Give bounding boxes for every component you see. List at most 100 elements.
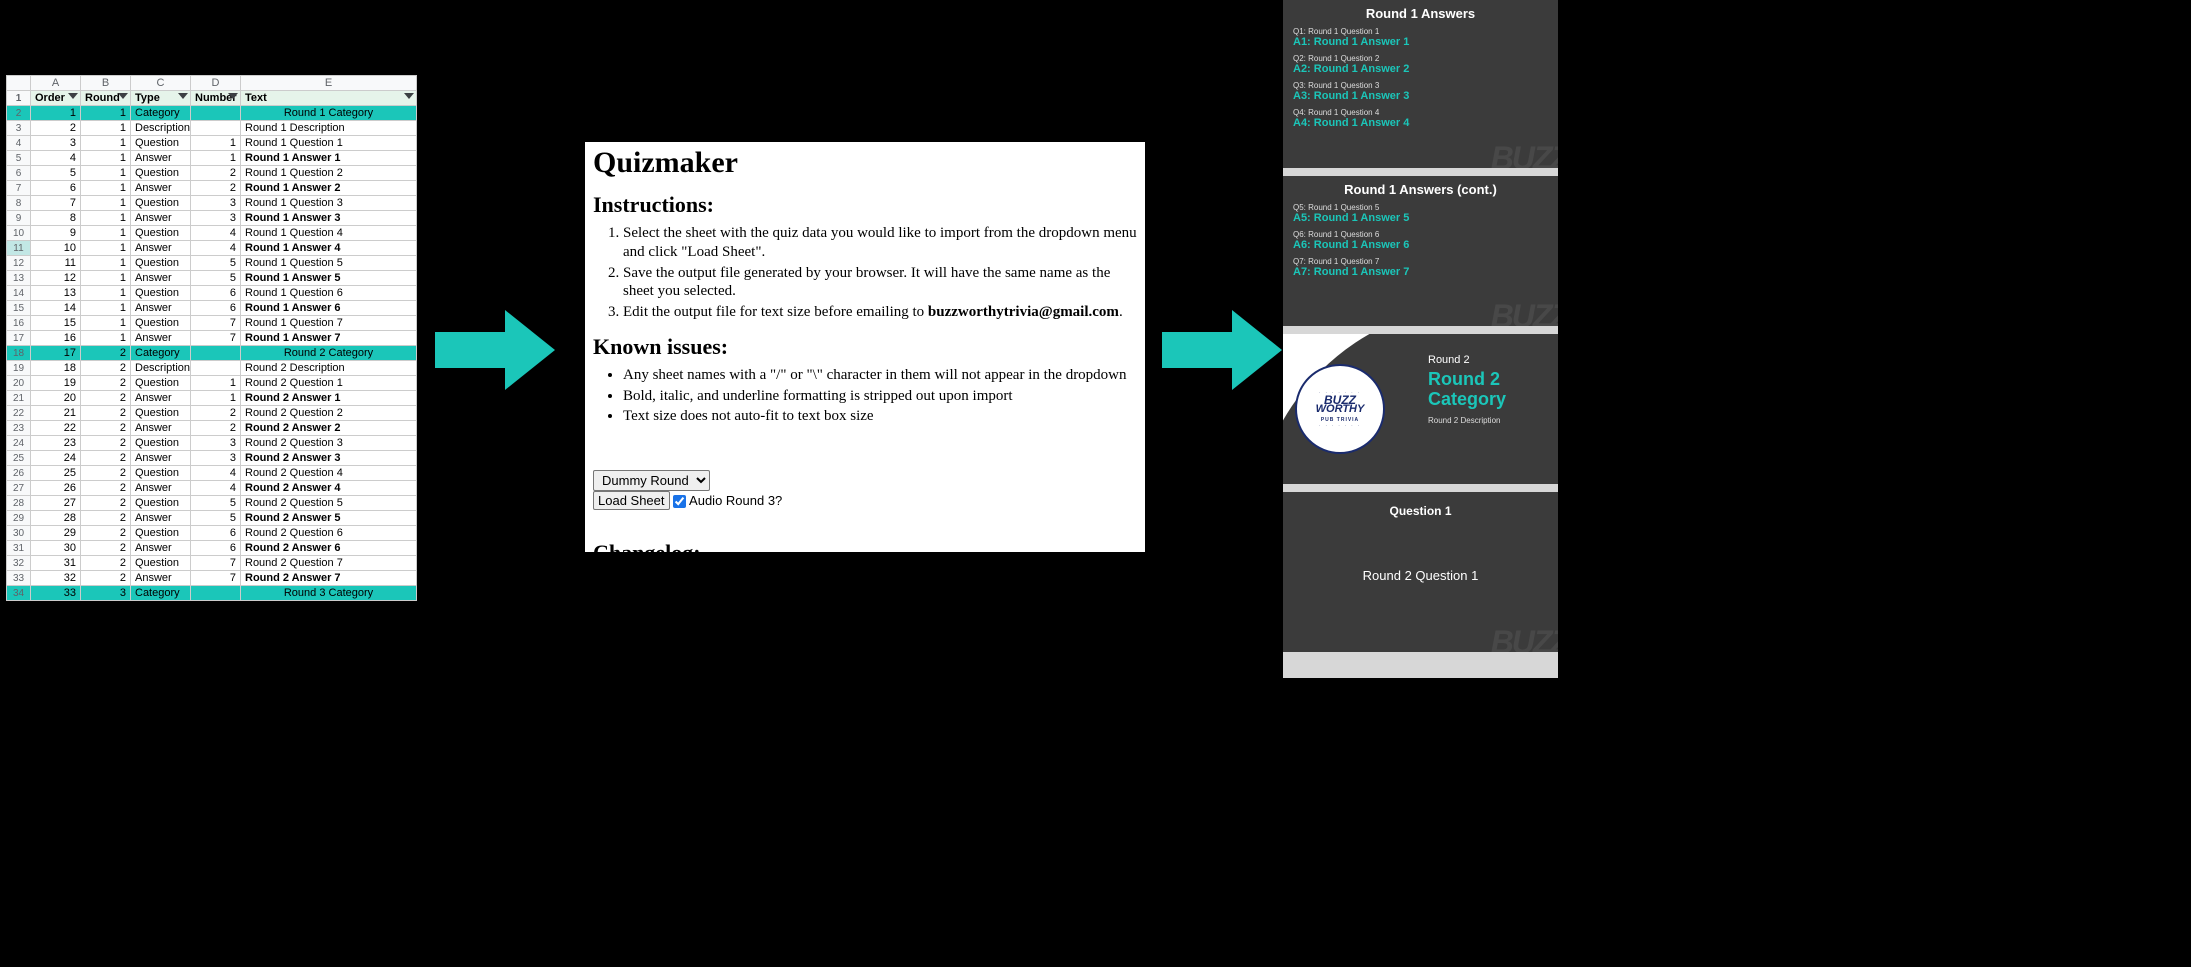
cell[interactable]: 2 (81, 361, 131, 376)
cell[interactable]: Category (131, 346, 191, 361)
col-header[interactable]: E (241, 76, 417, 91)
filter-icon[interactable] (118, 93, 128, 103)
cell[interactable]: Round 1 Answer 1 (241, 151, 417, 166)
cell[interactable]: Round 2 Question 1 (241, 376, 417, 391)
cell[interactable]: 7 (191, 316, 241, 331)
table-row[interactable]: 431Question1Round 1 Question 1 (7, 136, 417, 151)
table-row[interactable]: 11101Answer4Round 1 Answer 4 (7, 241, 417, 256)
row-header[interactable]: 21 (7, 391, 31, 406)
row-header[interactable]: 17 (7, 331, 31, 346)
cell[interactable]: 3 (81, 586, 131, 601)
cell[interactable]: 6 (191, 526, 241, 541)
table-row[interactable]: 16151Question7Round 1 Question 7 (7, 316, 417, 331)
cell[interactable]: 3 (191, 436, 241, 451)
row-header[interactable]: 27 (7, 481, 31, 496)
cell[interactable]: 3 (191, 211, 241, 226)
table-row[interactable]: 28272Question5Round 2 Question 5 (7, 496, 417, 511)
cell[interactable]: 12 (31, 271, 81, 286)
cell[interactable]: 1 (191, 151, 241, 166)
table-row[interactable]: 22212Question2Round 2 Question 2 (7, 406, 417, 421)
cell[interactable]: 2 (191, 406, 241, 421)
cell[interactable]: 14 (31, 301, 81, 316)
header-cell[interactable]: Order (31, 91, 81, 106)
cell[interactable]: 25 (31, 466, 81, 481)
cell[interactable]: 32 (31, 571, 81, 586)
cell[interactable]: 2 (81, 451, 131, 466)
cell[interactable]: Round 2 Answer 3 (241, 451, 417, 466)
cell[interactable]: 2 (31, 121, 81, 136)
cell[interactable]: 6 (191, 286, 241, 301)
cell[interactable]: 19 (31, 376, 81, 391)
cell[interactable]: 31 (31, 556, 81, 571)
cell[interactable]: Answer (131, 541, 191, 556)
cell[interactable]: Round 3 Category (241, 586, 417, 601)
cell[interactable]: Question (131, 286, 191, 301)
row-header[interactable]: 6 (7, 166, 31, 181)
cell[interactable]: Question (131, 406, 191, 421)
cell[interactable]: Question (131, 316, 191, 331)
cell[interactable]: Round 2 Category (241, 346, 417, 361)
cell[interactable]: 1 (81, 241, 131, 256)
cell[interactable]: Round 2 Answer 4 (241, 481, 417, 496)
row-header[interactable]: 5 (7, 151, 31, 166)
table-row[interactable]: 30292Question6Round 2 Question 6 (7, 526, 417, 541)
cell[interactable]: Question (131, 166, 191, 181)
cell[interactable]: Category (131, 586, 191, 601)
slide-answers-2[interactable]: Round 1 Answers (cont.) Q5: Round 1 Ques… (1283, 176, 1558, 326)
cell[interactable]: 1 (81, 196, 131, 211)
cell[interactable]: 2 (81, 526, 131, 541)
row-header[interactable]: 25 (7, 451, 31, 466)
cell[interactable] (191, 361, 241, 376)
cell[interactable]: Round 1 Answer 3 (241, 211, 417, 226)
cell[interactable]: 1 (81, 121, 131, 136)
slide-question[interactable]: Question 1 Round 2 Question 1 BUZZ (1283, 492, 1558, 652)
cell[interactable]: Description (131, 361, 191, 376)
cell[interactable]: 2 (191, 421, 241, 436)
row-header[interactable]: 30 (7, 526, 31, 541)
cell[interactable]: 1 (81, 226, 131, 241)
cell[interactable]: 26 (31, 481, 81, 496)
cell[interactable]: Question (131, 496, 191, 511)
cell[interactable]: Question (131, 256, 191, 271)
cell[interactable]: 2 (81, 391, 131, 406)
table-row[interactable]: 13121Answer5Round 1 Answer 5 (7, 271, 417, 286)
table-row[interactable]: 1091Question4Round 1 Question 4 (7, 226, 417, 241)
cell[interactable]: 28 (31, 511, 81, 526)
table-row[interactable]: 27262Answer4Round 2 Answer 4 (7, 481, 417, 496)
row-header[interactable]: 34 (7, 586, 31, 601)
row-header[interactable]: 1 (7, 91, 31, 106)
cell[interactable]: 1 (81, 316, 131, 331)
row-header[interactable]: 24 (7, 436, 31, 451)
row-header[interactable]: 15 (7, 301, 31, 316)
cell[interactable]: Round 1 Answer 4 (241, 241, 417, 256)
table-row[interactable]: 29282Answer5Round 2 Answer 5 (7, 511, 417, 526)
cell[interactable]: 2 (191, 166, 241, 181)
cell[interactable]: Category (131, 106, 191, 121)
table-row[interactable]: 871Question3Round 1 Question 3 (7, 196, 417, 211)
cell[interactable]: 4 (191, 466, 241, 481)
row-header[interactable]: 31 (7, 541, 31, 556)
cell[interactable]: Description (131, 121, 191, 136)
cell[interactable]: Round 1 Answer 7 (241, 331, 417, 346)
cell[interactable]: 1 (81, 166, 131, 181)
row-header[interactable]: 9 (7, 211, 31, 226)
cell[interactable]: 7 (31, 196, 81, 211)
cell[interactable]: 7 (191, 556, 241, 571)
cell[interactable]: 2 (81, 466, 131, 481)
cell[interactable]: Round 2 Answer 5 (241, 511, 417, 526)
table-row[interactable]: 18172CategoryRound 2 Category (7, 346, 417, 361)
table-row[interactable]: 761Answer2Round 1 Answer 2 (7, 181, 417, 196)
table-row[interactable]: 15141Answer6Round 1 Answer 6 (7, 301, 417, 316)
cell[interactable]: 3 (191, 451, 241, 466)
cell[interactable]: Round 1 Answer 2 (241, 181, 417, 196)
cell[interactable]: 2 (81, 541, 131, 556)
cell[interactable]: 7 (191, 571, 241, 586)
cell[interactable]: Round 1 Question 7 (241, 316, 417, 331)
row-header[interactable]: 23 (7, 421, 31, 436)
row-header[interactable]: 13 (7, 271, 31, 286)
cell[interactable]: 1 (191, 391, 241, 406)
cell[interactable]: 7 (191, 331, 241, 346)
table-row[interactable]: 14131Question6Round 1 Question 6 (7, 286, 417, 301)
cell[interactable]: Answer (131, 181, 191, 196)
table-row[interactable]: 21202Answer1Round 2 Answer 1 (7, 391, 417, 406)
